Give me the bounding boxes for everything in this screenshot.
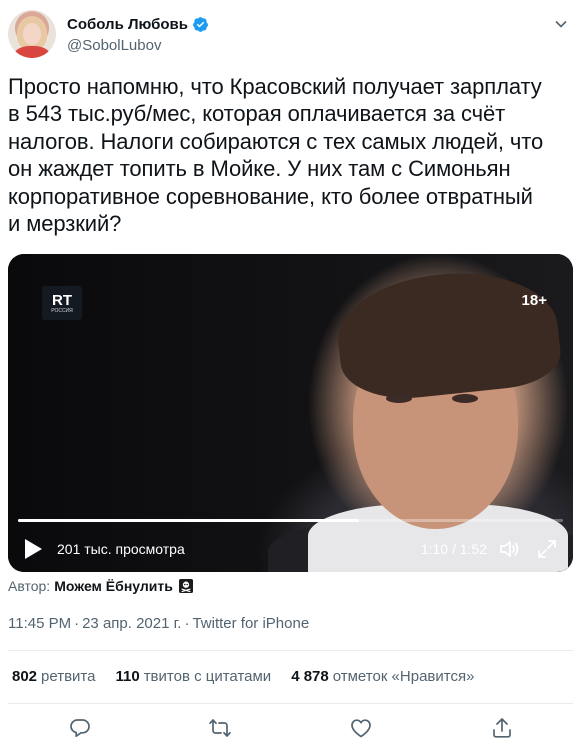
attribution-author[interactable]: Можем Ёбнулить: [54, 578, 173, 594]
share-icon[interactable]: [490, 716, 514, 740]
video-eye-left: [386, 394, 412, 403]
video-player[interactable]: RT РОССИЯ 18+ 201 тыс. просмотра 1:10 / …: [8, 254, 573, 572]
quotes-count: 110: [115, 668, 140, 685]
heart-icon[interactable]: [349, 716, 373, 740]
play-icon[interactable]: [22, 537, 44, 561]
channel-logo-text: RT: [52, 291, 72, 309]
volume-icon[interactable]: [497, 537, 521, 561]
chevron-down-icon[interactable]: [551, 14, 571, 34]
avatar-face: [23, 23, 41, 45]
video-progress-bar[interactable]: [18, 519, 563, 522]
tweet-time[interactable]: 11:45 PM: [8, 615, 71, 632]
avatar-dress: [14, 46, 50, 58]
author-handle[interactable]: @SobolLubov: [67, 37, 161, 54]
retweets-label: ретвита: [41, 668, 96, 685]
tweet-actions: [8, 711, 573, 745]
reply-icon[interactable]: [68, 716, 92, 740]
author-name-row[interactable]: Соболь Любовь: [67, 16, 209, 33]
divider-bottom: [8, 703, 573, 704]
age-rating-badge: 18+: [521, 292, 547, 309]
divider-top: [8, 650, 573, 651]
video-controls: 201 тыс. просмотра 1:10 / 1:52: [8, 534, 573, 564]
fullscreen-icon[interactable]: [535, 537, 559, 561]
author-name[interactable]: Соболь Любовь: [67, 16, 188, 33]
retweet-icon[interactable]: [208, 716, 232, 740]
verified-badge-icon: [193, 17, 208, 32]
meta-separator: ·: [74, 615, 80, 632]
video-eye-right: [452, 394, 478, 403]
retweets-stat[interactable]: 802 ретвита: [12, 668, 95, 685]
avatar[interactable]: [8, 10, 56, 58]
channel-logo-sub: РОССИЯ: [51, 307, 73, 314]
retweets-count: 802: [12, 668, 38, 685]
video-progress-fill: [18, 519, 359, 522]
likes-label: отметок «Нравится»: [332, 668, 475, 685]
video-attribution: Автор: Можем Ёбнулить: [8, 578, 193, 594]
likes-count: 4 878: [291, 668, 329, 685]
skull-crossbones-icon: [178, 579, 193, 593]
video-view-count: 201 тыс. просмотра: [57, 541, 185, 557]
tweet-source[interactable]: Twitter for iPhone: [192, 615, 309, 632]
tweet-date[interactable]: 23 апр. 2021 г.: [82, 615, 181, 632]
quotes-stat[interactable]: 110 твитов с цитатами: [115, 668, 271, 685]
meta-separator-2: ·: [184, 615, 190, 632]
quotes-label: твитов с цитатами: [143, 668, 272, 685]
tweet-meta: 11:45 PM · 23 апр. 2021 г. · Twitter for iPh…: [8, 615, 309, 632]
attribution-label: Автор:: [8, 578, 51, 594]
tweet-stats: 802 ретвита 110 твитов с цитатами 4 878 отм…: [12, 668, 474, 685]
video-timecode: 1:10 / 1:52: [420, 541, 487, 557]
tweet-text: Просто напомню, что Красовский получает …: [8, 74, 544, 237]
channel-logo: RT РОССИЯ: [42, 286, 82, 320]
likes-stat[interactable]: 4 878 отметок «Нравится»: [291, 668, 474, 685]
tweet-header: Соболь Любовь @SobolLubov: [8, 8, 573, 64]
